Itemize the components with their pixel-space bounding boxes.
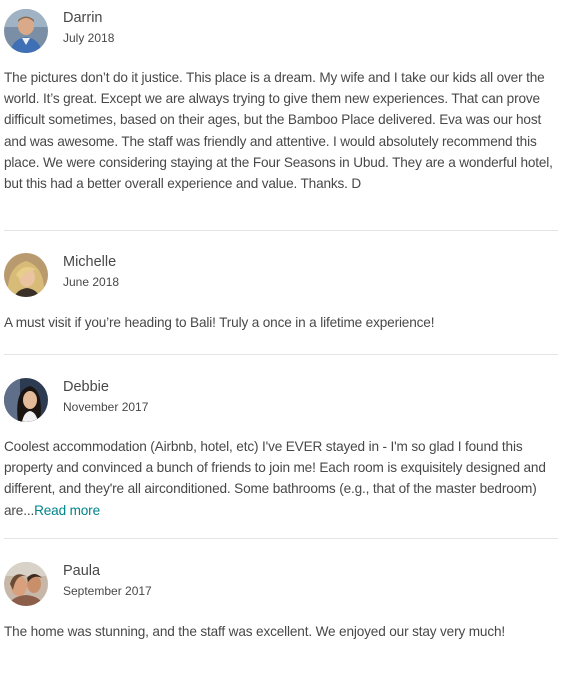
review-text: The pictures don’t do it justice. This p… [4, 70, 553, 192]
divider [4, 354, 558, 355]
reviewer-name[interactable]: Darrin [63, 10, 102, 26]
review-date: June 2018 [63, 275, 120, 289]
avatar[interactable] [4, 253, 48, 297]
review-header: Paula September 2017 [4, 562, 404, 608]
review-date: July 2018 [63, 31, 115, 45]
avatar[interactable] [4, 378, 48, 422]
review-date: November 2017 [63, 400, 149, 414]
review-text: The home was stunning, and the staff was… [4, 624, 506, 639]
divider [4, 538, 558, 539]
reviewer-name[interactable]: Michelle [63, 254, 116, 270]
review-header: Debbie November 2017 [4, 378, 404, 424]
review-header: Michelle June 2018 [4, 253, 404, 299]
divider [4, 230, 558, 231]
review-text: A must visit if you’re heading to Bali! … [4, 315, 435, 330]
avatar[interactable] [4, 9, 48, 53]
reviews-list: Darrin July 2018 The pictures don’t do i… [0, 0, 578, 683]
avatar[interactable] [4, 562, 48, 606]
read-more-link[interactable]: Read more [34, 503, 100, 518]
reviewer-name[interactable]: Debbie [63, 379, 109, 395]
reviewer-name[interactable]: Paula [63, 563, 100, 579]
review-text: Coolest accommodation (Airbnb, hotel, et… [4, 436, 560, 521]
review-date: September 2017 [63, 584, 152, 598]
review-header: Darrin July 2018 [4, 9, 404, 55]
